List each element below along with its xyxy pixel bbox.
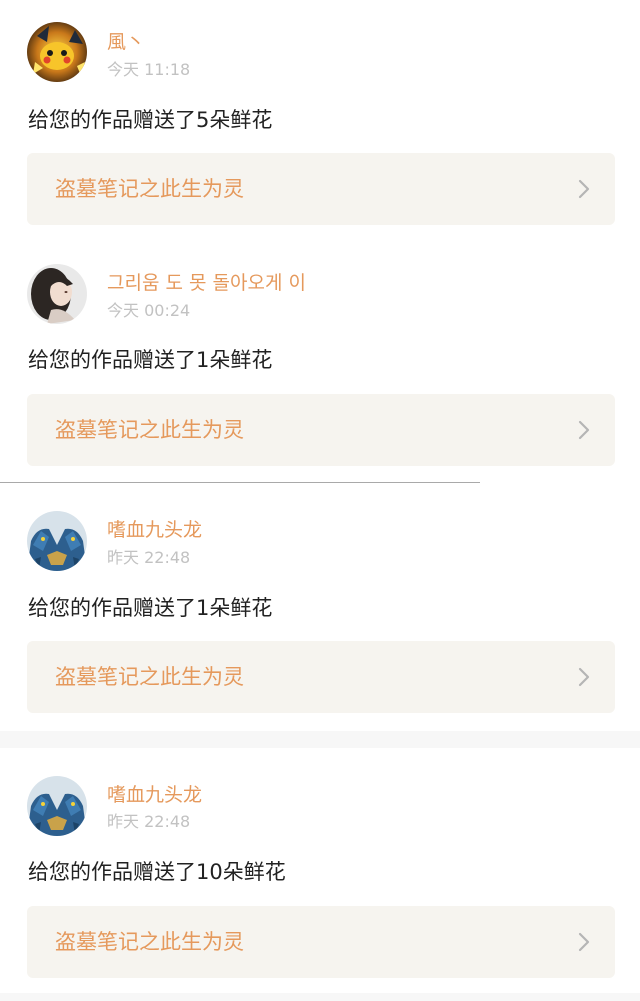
- work-link-card[interactable]: 盗墓笔记之此生为灵: [27, 153, 615, 225]
- timestamp: 昨天 22:48: [107, 548, 191, 567]
- chevron-right-icon: [578, 667, 590, 687]
- user-avatar[interactable]: [27, 511, 87, 571]
- blue-dragon-avatar-icon: [27, 511, 87, 571]
- work-link-card[interactable]: 盗墓笔记之此生为灵: [27, 906, 615, 978]
- username[interactable]: 그리움 도 못 돌아오게 이: [107, 271, 306, 295]
- timestamp: 今天 00:24: [107, 301, 191, 320]
- notification-item: 그리움 도 못 돌아오게 이 今天 00:24 给您的作品赠送了1朵鲜花 盗墓笔…: [0, 240, 640, 482]
- user-avatar[interactable]: [27, 264, 87, 324]
- pikachu-avatar-icon: [27, 22, 87, 82]
- notification-item: 嗜血九头龙 昨天 22:48 给您的作品赠送了1朵鲜花 盗墓笔记之此生为灵: [0, 483, 640, 731]
- gift-message: 给您的作品赠送了5朵鲜花: [28, 108, 273, 132]
- timestamp: 昨天 22:48: [107, 812, 191, 831]
- gift-message: 给您的作品赠送了10朵鲜花: [28, 860, 286, 884]
- timestamp: 今天 11:18: [107, 60, 191, 79]
- blue-dragon-avatar-icon: [27, 776, 87, 836]
- username[interactable]: 嗜血九头龙: [107, 783, 202, 807]
- chevron-right-icon: [578, 932, 590, 952]
- notification-item: 嗜血九头龙 昨天 22:48 给您的作品赠送了10朵鲜花 盗墓笔记之此生为灵: [0, 748, 640, 1001]
- section-gap: [0, 993, 640, 1001]
- notification-item: 風丶 今天 11:18 给您的作品赠送了5朵鲜花 盗墓笔记之此生为灵: [0, 0, 640, 240]
- user-avatar[interactable]: [27, 776, 87, 836]
- username[interactable]: 風丶: [107, 30, 145, 54]
- gift-message: 给您的作品赠送了1朵鲜花: [28, 348, 273, 372]
- work-title: 盗墓笔记之此生为灵: [55, 930, 244, 954]
- chevron-right-icon: [578, 179, 590, 199]
- chevron-right-icon: [578, 420, 590, 440]
- work-link-card[interactable]: 盗墓笔记之此生为灵: [27, 641, 615, 713]
- user-avatar[interactable]: [27, 22, 87, 82]
- gift-notification-list: 風丶 今天 11:18 给您的作品赠送了5朵鲜花 盗墓笔记之此生为灵 그리움 도…: [0, 0, 640, 1001]
- username[interactable]: 嗜血九头龙: [107, 518, 202, 542]
- girl-portrait-avatar-icon: [27, 264, 87, 324]
- work-title: 盗墓笔记之此生为灵: [55, 177, 244, 201]
- work-link-card[interactable]: 盗墓笔记之此生为灵: [27, 394, 615, 466]
- work-title: 盗墓笔记之此生为灵: [55, 665, 244, 689]
- section-gap: [0, 731, 640, 748]
- gift-message: 给您的作品赠送了1朵鲜花: [28, 596, 273, 620]
- work-title: 盗墓笔记之此生为灵: [55, 418, 244, 442]
